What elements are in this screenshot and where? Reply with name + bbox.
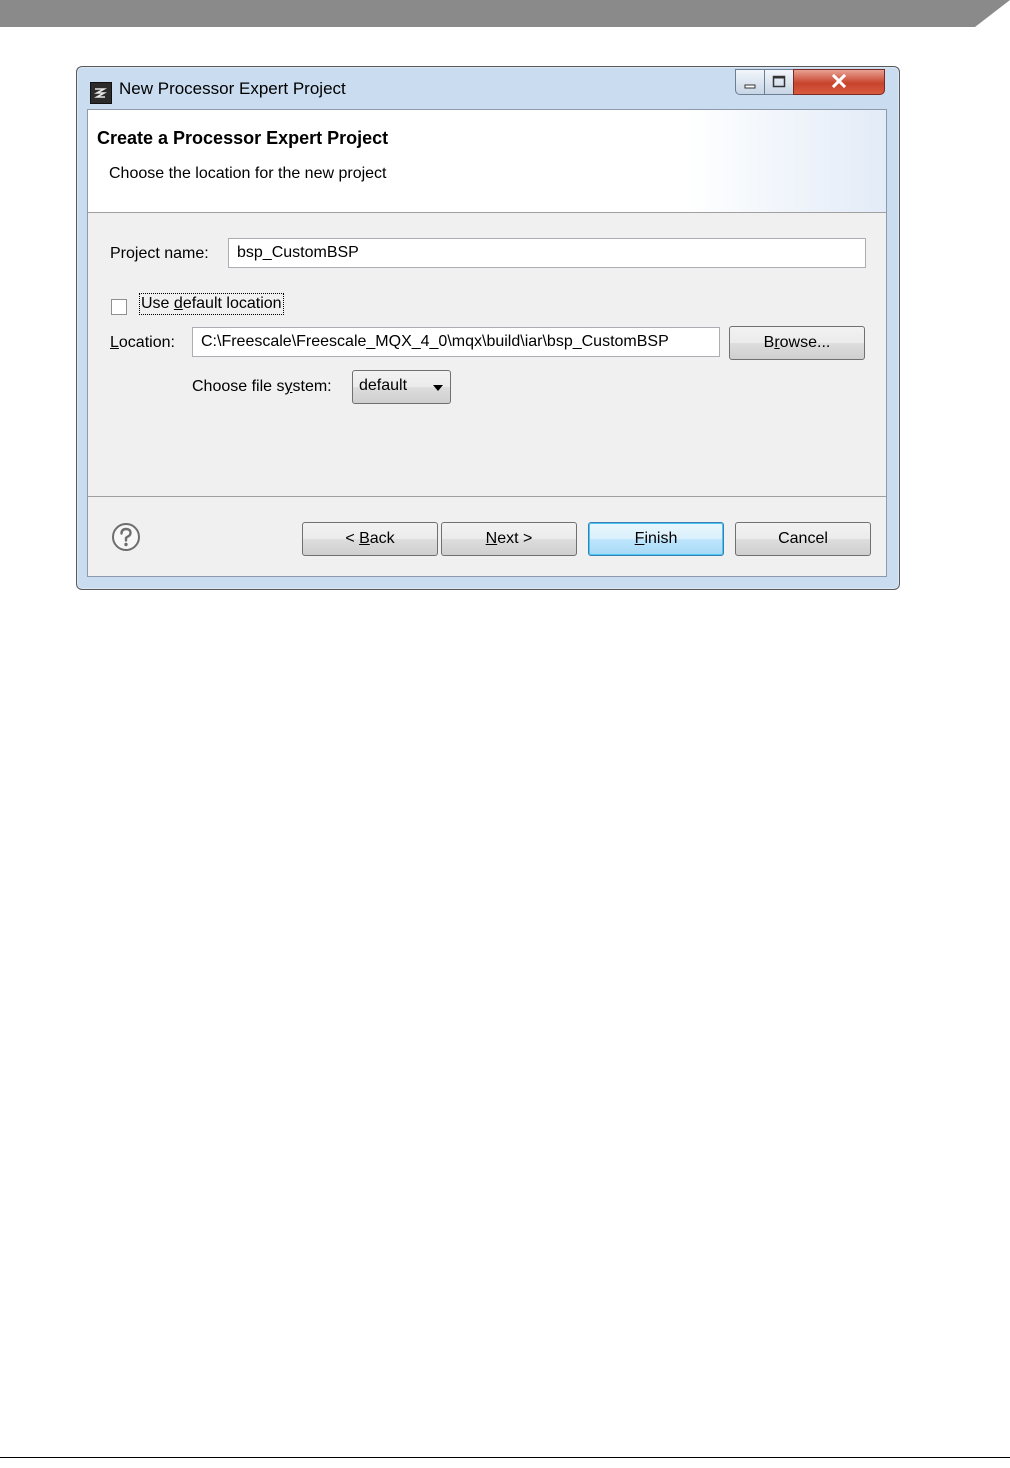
wizard-banner: Create a Processor Expert Project Choose…: [88, 110, 886, 213]
wizard-title: Create a Processor Expert Project: [97, 128, 389, 148]
wizard-description: Choose the location for the new project: [109, 165, 387, 182]
finish-button[interactable]: Finish: [588, 522, 724, 556]
file-system-value: default: [359, 377, 408, 394]
back-button[interactable]: < Back: [302, 522, 438, 556]
cancel-button[interactable]: Cancel: [735, 522, 871, 556]
use-default-location-checkbox[interactable]: [111, 299, 127, 315]
dialog-client-area: Create a Processor Expert Project Choose…: [87, 109, 887, 577]
new-project-dialog: New Processor Expert Project Create a Pr…: [76, 66, 900, 590]
page-header-bar: [0, 0, 1010, 27]
next-button[interactable]: Next >: [441, 522, 577, 556]
footer-separator: [88, 496, 886, 497]
project-name-field[interactable]: bsp_CustomBSP: [228, 238, 866, 268]
window-title: New Processor Expert Project: [119, 79, 346, 98]
question-circle-icon[interactable]: [111, 522, 141, 552]
project-name-label: Project name:: [110, 245, 209, 262]
minimize-icon: [744, 84, 756, 89]
maximize-button[interactable]: [764, 69, 794, 95]
close-icon: [831, 73, 847, 89]
page-footer-rule: [0, 1457, 1010, 1458]
file-system-select[interactable]: default: [352, 370, 451, 404]
title-bar[interactable]: New Processor Expert Project: [77, 67, 899, 107]
processor-expert-icon: [90, 82, 112, 104]
file-system-label: Choose file system:: [192, 378, 332, 395]
close-button[interactable]: [793, 69, 885, 95]
browse-button[interactable]: Browse...: [729, 326, 865, 360]
location-field[interactable]: C:\Freescale\Freescale_MQX_4_0\mqx\build…: [192, 327, 720, 357]
chevron-down-icon: [433, 385, 443, 391]
maximize-icon: [772, 75, 786, 88]
use-default-location-label[interactable]: Use default location: [139, 293, 284, 315]
location-label: Location:: [110, 334, 175, 351]
minimize-button[interactable]: [735, 69, 765, 95]
